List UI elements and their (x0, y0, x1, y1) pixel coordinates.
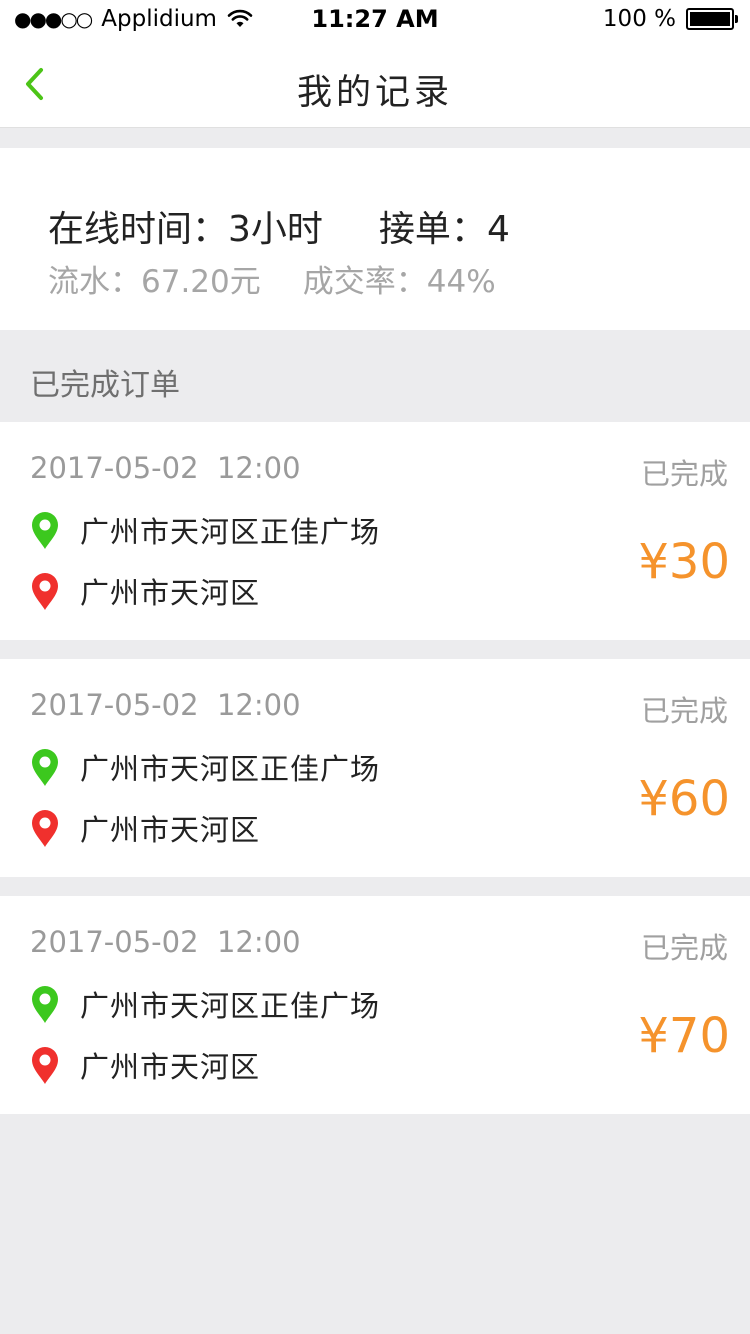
revenue-value: 67.20元 (141, 264, 261, 300)
order-time: 12:00 (216, 925, 301, 959)
order-price: ¥70 (638, 1008, 730, 1064)
order-card[interactable]: 2017-05-02 12:00 已完成 广州市天河区正佳广场 广州市天河区 ¥… (0, 422, 750, 640)
summary-panel: 在线时间：3小时 接单：4 流水：67.20元 成交率：44% (0, 148, 750, 330)
summary-primary-row: 在线时间：3小时 接单：4 (48, 200, 510, 252)
destination-pin-icon (32, 573, 58, 610)
order-price: ¥30 (638, 534, 730, 590)
online-time-value: 3小时 (228, 209, 323, 250)
destination-address: 广州市天河区 (80, 576, 261, 610)
order-status: 已完成 (640, 931, 728, 965)
conversion-rate-label: 成交率： (302, 264, 427, 300)
order-status: 已完成 (640, 694, 728, 728)
nav-bar: 我的记录 (0, 40, 750, 128)
battery-level (690, 12, 730, 26)
order-status: 已完成 (640, 457, 728, 491)
destination-row: 广州市天河区 (30, 570, 260, 612)
conversion-rate-value: 44% (426, 264, 496, 300)
origin-pin-icon (32, 749, 58, 786)
destination-address: 广州市天河区 (80, 813, 261, 847)
orders-count-label: 接单： (378, 209, 487, 250)
order-time: 12:00 (216, 688, 301, 722)
revenue-label: 流水： (48, 264, 141, 300)
order-date: 2017-05-02 (30, 688, 199, 722)
order-date: 2017-05-02 (30, 451, 199, 485)
origin-address: 广州市天河区正佳广场 (80, 989, 381, 1023)
destination-row: 广州市天河区 (30, 807, 260, 849)
completed-orders-header: 已完成订单 (30, 368, 180, 403)
origin-address: 广州市天河区正佳广场 (80, 515, 381, 549)
order-price: ¥60 (638, 771, 730, 827)
order-time: 12:00 (216, 451, 301, 485)
destination-address: 广州市天河区 (80, 1050, 261, 1084)
status-bar: ●●●○○ Applidium 11:27 AM 100 % (0, 0, 750, 40)
status-right: 100 % (602, 6, 738, 32)
order-date: 2017-05-02 (30, 925, 199, 959)
destination-pin-icon (32, 810, 58, 847)
order-card[interactable]: 2017-05-02 12:00 已完成 广州市天河区正佳广场 广州市天河区 ¥… (0, 896, 750, 1114)
destination-row: 广州市天河区 (30, 1044, 260, 1086)
origin-pin-icon (32, 986, 58, 1023)
origin-row: 广州市天河区正佳广场 (30, 983, 380, 1025)
destination-pin-icon (32, 1047, 58, 1084)
origin-row: 广州市天河区正佳广场 (30, 509, 380, 551)
summary-secondary-row: 流水：67.20元 成交率：44% (48, 256, 496, 301)
order-datetime: 2017-05-02 12:00 (30, 925, 301, 959)
battery-percent: 100 % (602, 6, 676, 32)
order-datetime: 2017-05-02 12:00 (30, 451, 301, 485)
origin-row: 广州市天河区正佳广场 (30, 746, 380, 788)
order-card[interactable]: 2017-05-02 12:00 已完成 广州市天河区正佳广场 广州市天河区 ¥… (0, 659, 750, 877)
battery-icon (686, 8, 738, 30)
order-datetime: 2017-05-02 12:00 (30, 688, 301, 722)
origin-address: 广州市天河区正佳广场 (80, 752, 381, 786)
orders-count-value: 4 (486, 209, 510, 250)
page-title: 我的记录 (296, 73, 453, 113)
origin-pin-icon (32, 512, 58, 549)
online-time-label: 在线时间： (48, 209, 229, 250)
